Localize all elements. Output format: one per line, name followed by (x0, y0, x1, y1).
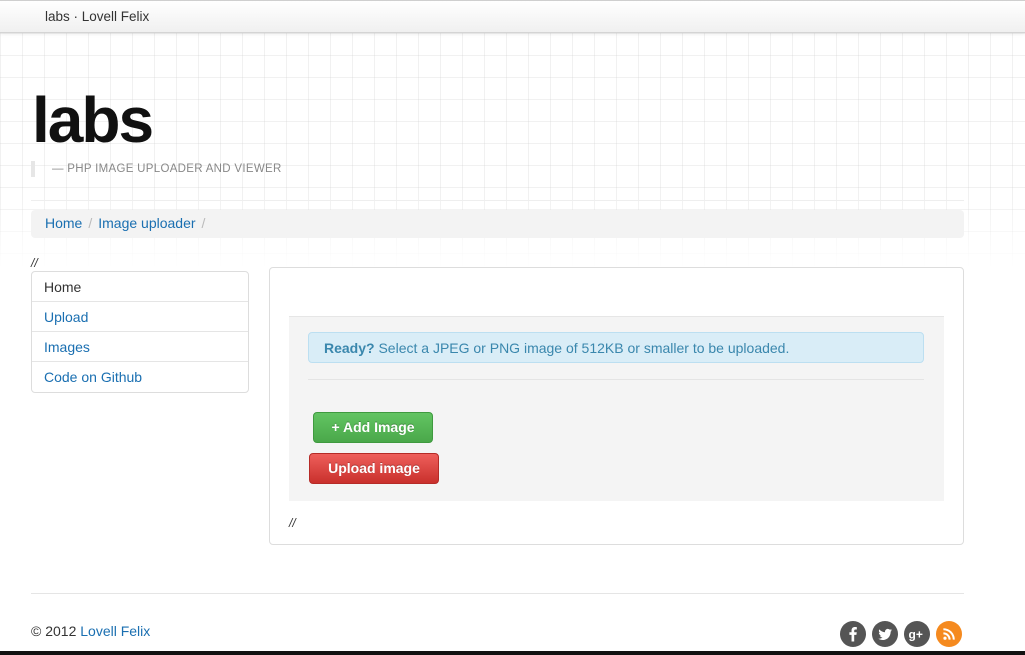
upload-image-button[interactable]: Upload image (309, 453, 439, 484)
page-tagline: — PHP IMAGE UPLOADER AND VIEWER (31, 161, 282, 177)
copyright-text: © 2012 (31, 623, 81, 639)
copyright: © 2012 Lovell Felix (31, 623, 150, 639)
add-image-button[interactable]: + Add Image (313, 412, 433, 443)
footer-divider (31, 593, 964, 594)
header-divider (31, 200, 964, 201)
top-navbar: labs · Lovell Felix (0, 0, 1025, 33)
sidebar-item-home[interactable]: Home (32, 272, 248, 302)
page-title: labs (32, 84, 154, 156)
breadcrumb-image-uploader[interactable]: Image uploader (98, 215, 195, 231)
breadcrumb-separator: / (88, 215, 93, 231)
window-bottom-edge (0, 651, 1025, 655)
google-plus-icon[interactable]: g+ (904, 621, 930, 647)
form-divider (308, 379, 924, 380)
twitter-icon[interactable] (872, 621, 898, 647)
facebook-icon[interactable] (840, 621, 866, 647)
svg-text:g+: g+ (909, 628, 923, 642)
alert-text: Select a JPEG or PNG image of 512KB or s… (378, 340, 790, 356)
sidebar-item-github[interactable]: Code on Github (32, 362, 248, 392)
alert-title: Ready? (324, 340, 375, 356)
sidebar-nav: Home Upload Images Code on Github (31, 271, 249, 393)
brand-link[interactable]: labs · Lovell Felix (45, 9, 149, 24)
sidebar-item-upload[interactable]: Upload (32, 302, 248, 332)
comment-marker: // (289, 516, 296, 530)
breadcrumb: Home / Image uploader / (31, 210, 964, 238)
ready-alert: Ready? Select a JPEG or PNG image of 512… (308, 332, 924, 363)
author-link[interactable]: Lovell Felix (80, 623, 150, 639)
rss-icon[interactable] (936, 621, 962, 647)
breadcrumb-separator: / (201, 215, 206, 231)
breadcrumb-home[interactable]: Home (45, 215, 82, 231)
sidebar-item-images[interactable]: Images (32, 332, 248, 362)
comment-marker: // (31, 256, 38, 270)
